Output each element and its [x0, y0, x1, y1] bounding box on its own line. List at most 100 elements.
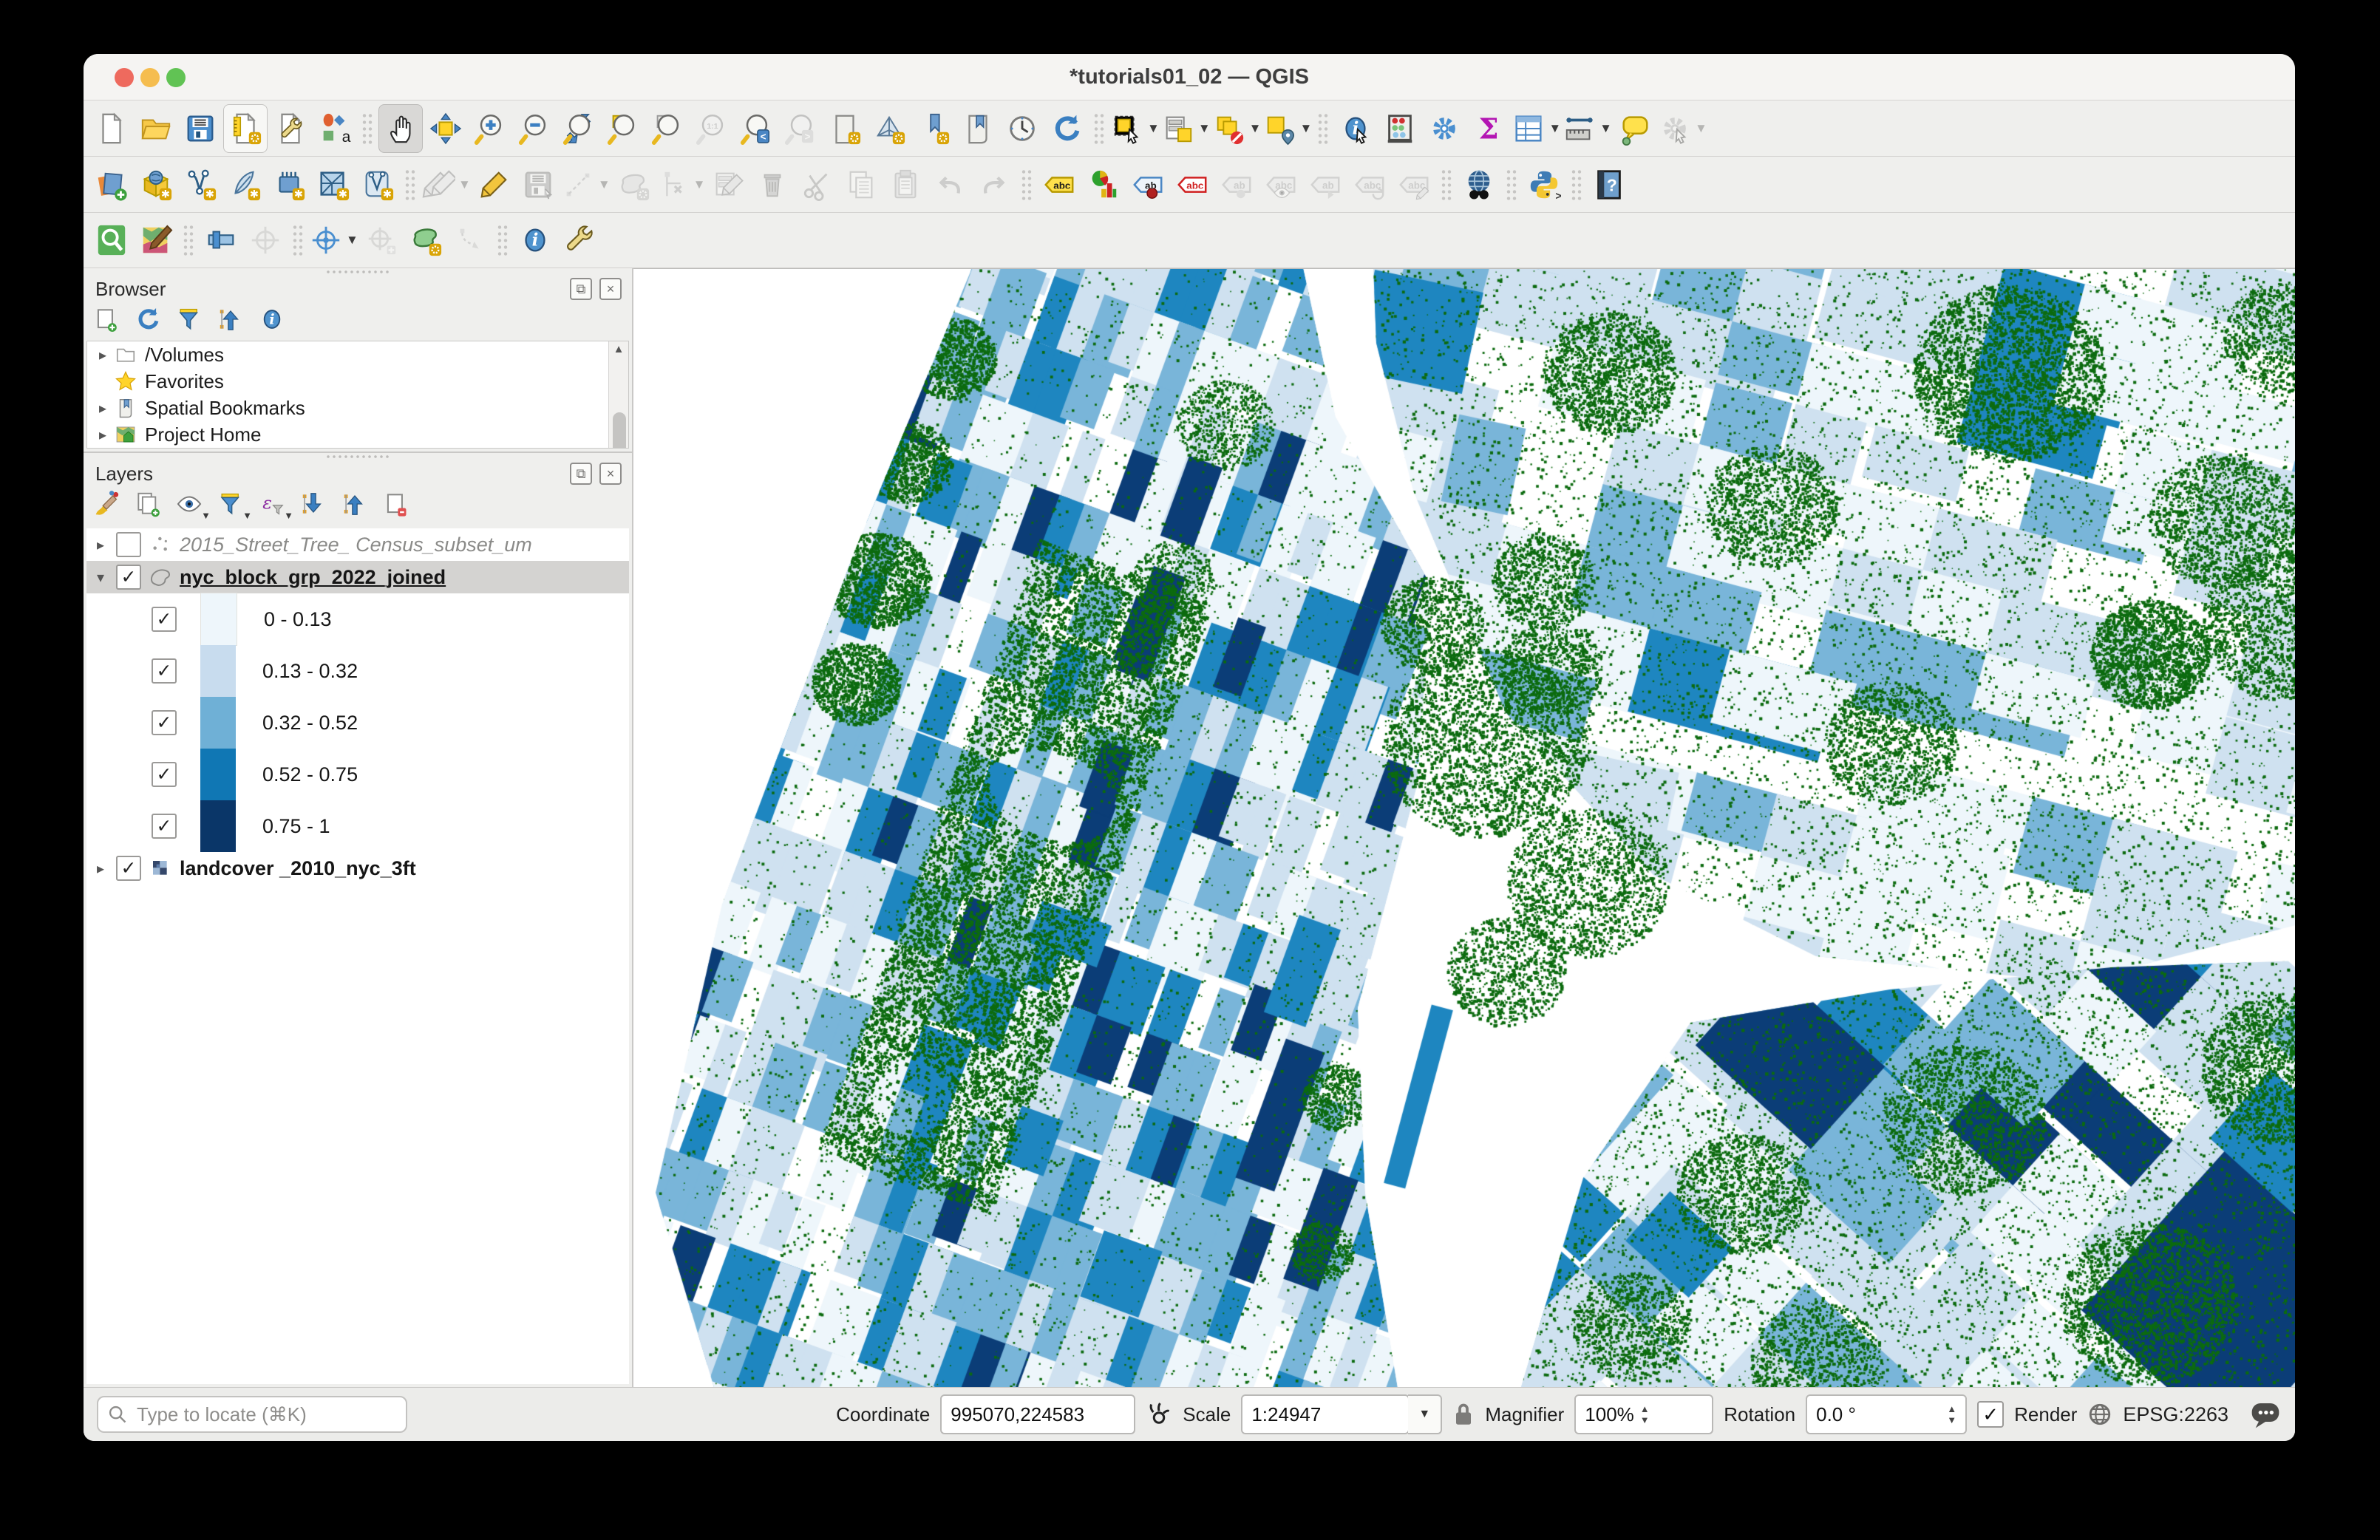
- attribute-table-button[interactable]: ▼: [1512, 105, 1561, 152]
- expander-icon[interactable]: ▸: [91, 859, 110, 878]
- browser-item-project-home[interactable]: ▸Project Home: [87, 421, 628, 448]
- browser-scrollbar-thumb[interactable]: [613, 412, 626, 449]
- magnifier-spin-arrows-icon[interactable]: ▲▼: [1640, 1404, 1650, 1425]
- browser-close-icon[interactable]: ×: [599, 278, 622, 300]
- close-window-icon[interactable]: [115, 68, 134, 87]
- toggle-editing-button[interactable]: [472, 161, 515, 208]
- toolbar-handle[interactable]: [1317, 112, 1329, 145]
- scale-combo[interactable]: 1:24947: [1241, 1394, 1410, 1434]
- coordinate-input[interactable]: 995070,224583: [940, 1394, 1135, 1434]
- zoom-to-layer-button[interactable]: [646, 105, 689, 152]
- add-layer-button[interactable]: [91, 305, 122, 336]
- minimize-window-icon[interactable]: [140, 68, 160, 87]
- toolbar-handle[interactable]: [497, 224, 509, 256]
- layout-manager-button[interactable]: [223, 104, 268, 153]
- add-group-button[interactable]: [132, 490, 163, 521]
- layer-visibility-checkbox[interactable]: [116, 532, 141, 557]
- show-spatial-bookmarks-button[interactable]: [956, 105, 999, 152]
- magnifier-spinbox[interactable]: 100% ▲▼: [1574, 1394, 1713, 1434]
- expander-icon[interactable]: ▾: [91, 568, 110, 587]
- maximize-window-icon[interactable]: [166, 68, 186, 87]
- layers-panel-grip[interactable]: [324, 453, 391, 460]
- extents-toggle-icon[interactable]: [1146, 1401, 1172, 1428]
- filter-browser-button[interactable]: [174, 305, 205, 336]
- highlight-labels-button[interactable]: abc: [1171, 161, 1214, 208]
- open-layer-styling-button[interactable]: [91, 490, 122, 521]
- gps-target-button[interactable]: ▼: [309, 217, 358, 264]
- layer-row-2015-street-tree-census-subset-um[interactable]: ▸2015_Street_Tree_ Census_subset_um: [86, 528, 629, 561]
- select-by-value-dropdown-icon[interactable]: ▼: [1198, 121, 1211, 136]
- layer-labeling-button[interactable]: abc: [1038, 161, 1081, 208]
- expander-icon[interactable]: ▸: [93, 346, 112, 364]
- toolbar-handle[interactable]: [1506, 168, 1517, 201]
- zoom-full-button[interactable]: [557, 105, 600, 152]
- select-by-value-button[interactable]: ▼: [1161, 105, 1211, 152]
- map-tips-button[interactable]: [1614, 105, 1656, 152]
- attribute-table-dropdown-icon[interactable]: ▼: [1548, 121, 1561, 136]
- browser-float-icon[interactable]: ⧉: [570, 278, 592, 300]
- filter-legend-dropdown-icon[interactable]: ▼: [242, 510, 252, 521]
- legend-class-checkbox[interactable]: ✓: [152, 814, 177, 839]
- browser-item-favorites[interactable]: Favorites: [87, 368, 628, 395]
- deselect-features-button[interactable]: ▼: [1212, 105, 1262, 152]
- digitize-line-dropdown-icon[interactable]: ▼: [598, 177, 611, 192]
- measure-dropdown-icon[interactable]: ▼: [1599, 121, 1612, 136]
- layer-diagram-button[interactable]: [1082, 161, 1125, 208]
- new-map-view-button[interactable]: [823, 105, 866, 152]
- toolbar-handle[interactable]: [1021, 168, 1033, 201]
- vertex-tool-dropdown-icon[interactable]: ▼: [693, 177, 706, 192]
- run-feature-action-dropdown-icon[interactable]: ▼: [1695, 121, 1707, 136]
- save-project-button[interactable]: [179, 105, 222, 152]
- plugin-settings-button[interactable]: [558, 217, 601, 264]
- new-spatial-bookmark-button[interactable]: [912, 105, 955, 152]
- new-gpx-button[interactable]: ✱: [268, 161, 310, 208]
- pan-to-selection-button[interactable]: [424, 105, 467, 152]
- temporal-controller-button[interactable]: [1001, 105, 1044, 152]
- project-properties-button[interactable]: [269, 105, 312, 152]
- toolbar-handle[interactable]: [292, 224, 304, 256]
- identify-features-button[interactable]: i: [1334, 105, 1377, 152]
- select-features-button[interactable]: ▼: [1110, 105, 1160, 152]
- browser-properties-button[interactable]: i: [256, 305, 288, 336]
- statistical-summary-button[interactable]: Σ: [1467, 105, 1510, 152]
- pin-labels-button[interactable]: ab: [1126, 161, 1169, 208]
- metasearch-button[interactable]: [1458, 161, 1500, 208]
- toolbar-handle[interactable]: [1441, 168, 1452, 201]
- new-mesh-layer-button[interactable]: ✱: [312, 161, 355, 208]
- rotation-spinbox[interactable]: 0.0 ° ▲▼: [1806, 1394, 1967, 1434]
- profile-tool-button[interactable]: [200, 217, 242, 264]
- plugin-info-button[interactable]: i: [514, 217, 557, 264]
- locator-input[interactable]: [135, 1403, 397, 1427]
- collapse-all-button[interactable]: [339, 490, 370, 521]
- new-project-button[interactable]: [90, 105, 133, 152]
- legend-class-checkbox[interactable]: ✓: [152, 658, 177, 684]
- open-project-button[interactable]: [135, 105, 177, 152]
- map-canvas[interactable]: [633, 269, 2295, 1387]
- field-calculator-button[interactable]: [1378, 105, 1421, 152]
- crs-status[interactable]: EPSG:2263: [2123, 1403, 2228, 1426]
- manage-map-themes-button[interactable]: ▼: [174, 490, 205, 521]
- toolbar-handle[interactable]: [1093, 112, 1105, 145]
- measure-button[interactable]: ▼: [1563, 105, 1612, 152]
- collapse-browser-button[interactable]: [215, 305, 246, 336]
- manage-map-themes-dropdown-icon[interactable]: ▼: [201, 510, 211, 521]
- filter-legend-button[interactable]: ▼: [215, 490, 246, 521]
- browser-item--volumes[interactable]: ▸/Volumes: [87, 341, 628, 368]
- lock-icon[interactable]: [1452, 1402, 1475, 1427]
- browser-item-spatial-bookmarks[interactable]: ▸Spatial Bookmarks: [87, 395, 628, 421]
- select-by-location-dropdown-icon[interactable]: ▼: [1299, 121, 1312, 136]
- remove-layer-button[interactable]: [381, 490, 412, 521]
- deselect-features-dropdown-icon[interactable]: ▼: [1249, 121, 1262, 136]
- select-by-location-button[interactable]: ▼: [1262, 105, 1312, 152]
- style-manager-button[interactable]: a: [313, 105, 356, 152]
- osm-place-search-button[interactable]: [90, 217, 133, 264]
- zoom-to-selection-button[interactable]: [602, 105, 645, 152]
- python-console-button[interactable]: >: [1523, 161, 1565, 208]
- scale-dropdown-icon[interactable]: ▼: [1408, 1394, 1442, 1434]
- layer-visibility-checkbox[interactable]: ✓: [116, 856, 141, 881]
- zoom-in-button[interactable]: [469, 105, 511, 152]
- legend-class-checkbox[interactable]: ✓: [152, 762, 177, 787]
- expander-icon[interactable]: ▸: [93, 399, 112, 418]
- area-measure-plugin-button[interactable]: [404, 217, 447, 264]
- expander-icon[interactable]: ▸: [93, 426, 112, 444]
